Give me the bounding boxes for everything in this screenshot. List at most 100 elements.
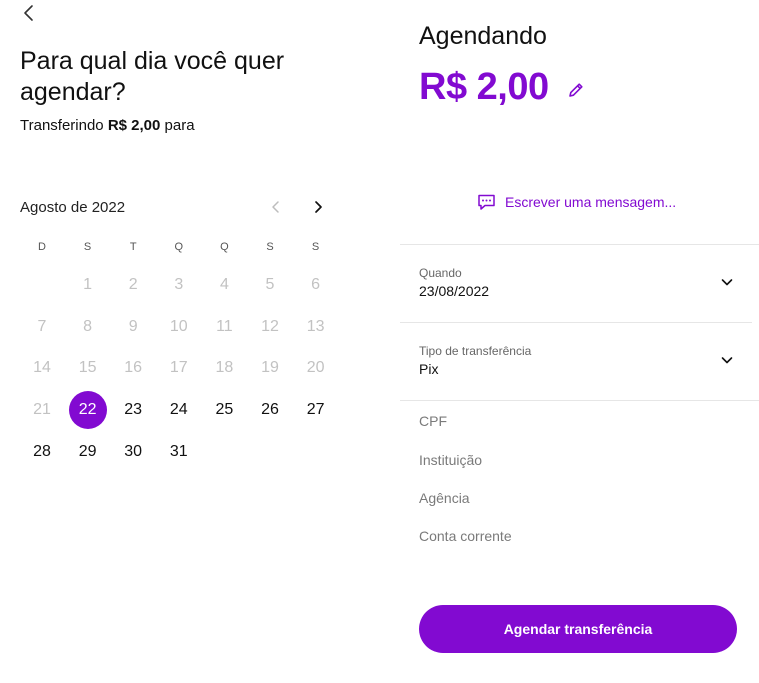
calendar-day-number: 20	[306, 359, 325, 377]
calendar-day-number: 10	[169, 317, 188, 335]
calendar-day[interactable]: 24	[156, 390, 202, 430]
calendar-day-number: 3	[174, 276, 184, 293]
calendar-day-number: 26	[261, 401, 279, 419]
when-field[interactable]: Quando 23/08/2022	[419, 266, 739, 299]
edit-amount-button[interactable]	[566, 80, 586, 100]
weekday-label: S	[266, 241, 274, 253]
page-title: Para qual dia você quer agendar?	[20, 47, 285, 106]
calendar-day: 17	[156, 348, 202, 388]
calendar-day[interactable]: 29	[65, 432, 111, 472]
calendar-day: 4	[201, 265, 247, 305]
calendar-day[interactable]: 31	[156, 432, 202, 472]
when-label: Quando	[419, 266, 462, 280]
agency-field[interactable]: Agência	[419, 490, 470, 506]
divider	[400, 322, 752, 323]
write-message-button[interactable]: Escrever uma mensagem...	[477, 191, 676, 213]
transfer-type-field[interactable]: Tipo de transferência Pix	[419, 344, 739, 377]
weekday-label: D	[38, 241, 46, 253]
calendar-day: 10	[156, 307, 202, 347]
calendar-day[interactable]: 25	[201, 390, 247, 430]
subtitle-prefix: Transferindo	[20, 117, 104, 134]
calendar-day: 12	[247, 307, 293, 347]
calendar-day: 3	[156, 265, 202, 305]
calendar-day: 2	[110, 265, 156, 305]
calendar-day-number: 14	[33, 359, 51, 377]
calendar-day: 21	[19, 390, 65, 430]
transfer-type-label: Tipo de transferência	[419, 344, 532, 358]
calendar-day: 11	[201, 307, 247, 347]
calendar-grid: 1 2 3 4 5 6 7 8 9 10 11 12 13 14 15 16 17 18 19 20 21 22 23 24 2…	[19, 265, 339, 485]
calendar-day-number: 12	[261, 317, 279, 335]
weekday-label: S	[83, 241, 92, 253]
calendar-day: 1	[65, 265, 111, 305]
transfer-subtitle: Transferindo R$ 2,00 para	[20, 117, 195, 134]
schedule-transfer-button[interactable]: Agendar transferência	[419, 605, 737, 653]
next-month-button[interactable]	[309, 198, 327, 216]
calendar-day-number: 27	[306, 401, 325, 419]
calendar-day-number: 9	[128, 317, 138, 335]
calendar-day[interactable]: 27	[293, 390, 339, 430]
calendar-day: 8	[65, 307, 111, 347]
previous-month-button[interactable]	[267, 198, 285, 216]
transfer-amount: R$ 2,00	[419, 66, 549, 108]
calendar-day-number: 17	[169, 359, 188, 377]
calendar-day-number: 21	[33, 401, 51, 419]
calendar-day-number: 7	[37, 317, 47, 335]
calendar-weekdays: DSTQQSS	[19, 241, 339, 255]
subtitle-amount: R$ 2,00	[107, 117, 161, 134]
when-value: 23/08/2022	[419, 283, 490, 299]
calendar-day: 7	[19, 307, 65, 347]
calendar-day-number: 8	[83, 317, 93, 335]
weekday-label: Q	[174, 241, 184, 253]
calendar-day: 18	[201, 348, 247, 388]
calendar-day: 14	[19, 348, 65, 388]
calendar-day-number: 5	[265, 276, 275, 293]
transfer-type-value: Pix	[419, 361, 439, 377]
calendar-day: 15	[65, 348, 111, 388]
calendar-day[interactable]: 23	[110, 390, 156, 430]
calendar-day-number: 30	[124, 442, 143, 460]
weekday-label: T	[129, 241, 137, 253]
calendar-day-number: 19	[261, 359, 279, 377]
institution-field[interactable]: Instituição	[419, 452, 482, 468]
calendar-day-selected[interactable]: 22	[65, 390, 111, 430]
chat-bubble-icon	[478, 194, 495, 210]
calendar-day-number: 1	[83, 276, 93, 293]
calendar-day: 9	[110, 307, 156, 347]
calendar-day-number: 4	[219, 276, 229, 293]
calendar-day: 19	[247, 348, 293, 388]
weekday-label: S	[311, 241, 320, 253]
calendar-day[interactable]: 30	[110, 432, 156, 472]
calendar-day[interactable]: 28	[19, 432, 65, 472]
calendar-day-number: 16	[124, 359, 143, 377]
calendar-day-number: 23	[124, 401, 143, 419]
calendar-day: 5	[247, 265, 293, 305]
calendar-day-number: 28	[33, 442, 51, 460]
calendar-day-number: 11	[216, 317, 233, 335]
weekday-label: Q	[220, 241, 229, 253]
calendar-day-number: 24	[169, 401, 188, 419]
calendar-day-number: 6	[311, 276, 321, 293]
chevron-down-icon[interactable]	[719, 352, 735, 368]
calendar-day[interactable]: 26	[247, 390, 293, 430]
back-button[interactable]	[20, 3, 40, 23]
calendar-day-number: 31	[169, 442, 188, 460]
calendar-month-label: Agosto de 2022	[20, 199, 126, 216]
calendar-day-number: 13	[306, 317, 325, 335]
calendar-day-number: 29	[78, 442, 97, 460]
calendar-day-number: 25	[215, 401, 234, 419]
chevron-down-icon[interactable]	[719, 274, 735, 290]
divider	[400, 244, 759, 245]
calendar-day-number: 2	[128, 276, 138, 293]
scheduling-title: Agendando	[419, 22, 547, 50]
calendar-day-number: 15	[78, 359, 97, 377]
calendar-day: 20	[293, 348, 339, 388]
checking-account-field[interactable]: Conta corrente	[419, 528, 512, 544]
calendar-day: 6	[293, 265, 339, 305]
subtitle-suffix: para	[164, 117, 195, 134]
cpf-field[interactable]: CPF	[419, 413, 447, 429]
pencil-icon	[569, 83, 583, 97]
write-message-label: Escrever uma mensagem...	[505, 194, 677, 210]
chevron-left-icon	[24, 5, 33, 21]
calendar-day-number: 18	[215, 359, 234, 377]
